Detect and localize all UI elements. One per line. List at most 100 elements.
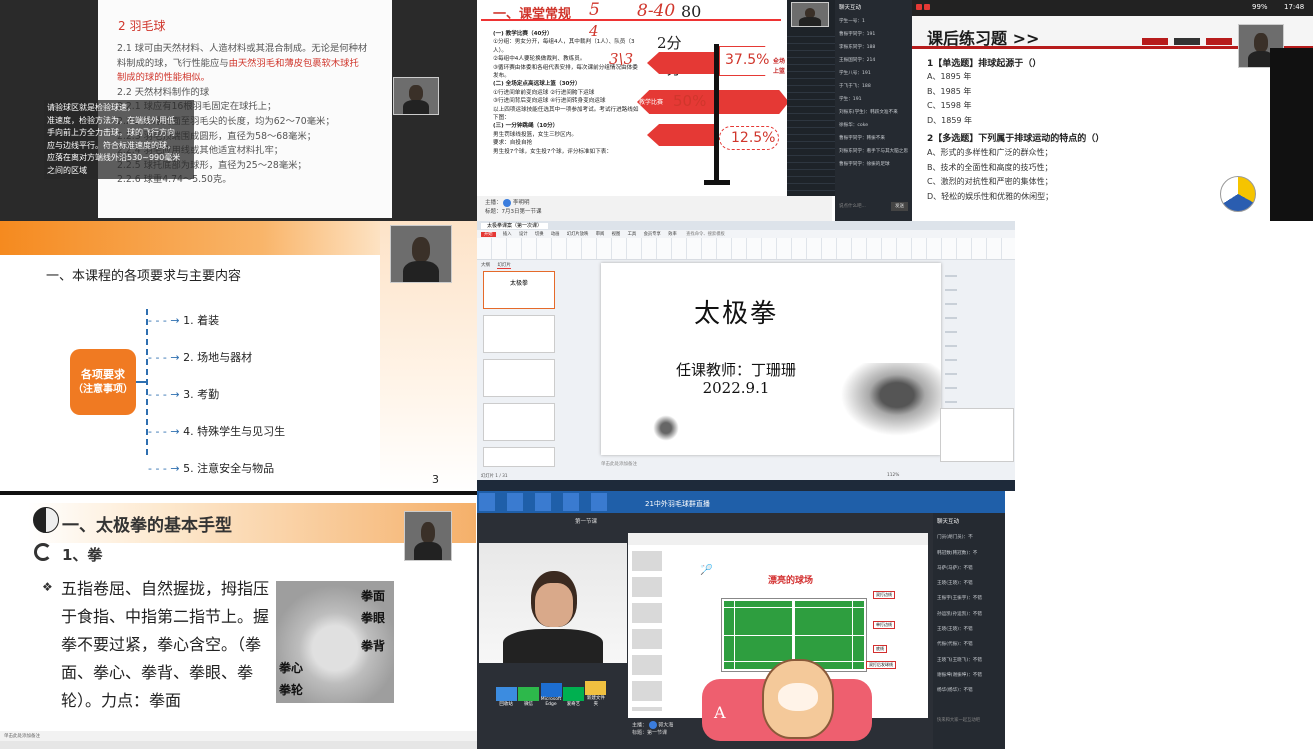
chat-message: 代振(代振)：不错 [937, 642, 973, 648]
tab[interactable]: 插入 [503, 232, 512, 237]
clock: 17:48 [1284, 3, 1305, 11]
desktop-icon[interactable]: 爱奇艺 [562, 687, 584, 707]
tab[interactable]: 工具 [628, 232, 637, 237]
list-item: - - - → 4. 特殊学生与见习生 [148, 425, 286, 438]
chat-message: 学生：191 [839, 97, 862, 102]
chat-message: 学生八号：191 [839, 71, 871, 76]
tab[interactable]: 切换 [535, 232, 544, 237]
rule-line: 料制成的球，飞行性能应与由天然羽毛和薄皮包裹软木球托 [117, 57, 359, 69]
slide-thumb[interactable] [483, 447, 555, 467]
chat-message: 刘振东(学生)：韩跃文准不来 [839, 110, 898, 115]
tab[interactable]: 效率 [668, 232, 677, 237]
chat-input[interactable]: 说点什么吧... [839, 203, 887, 209]
ribbon-tabs: 开始 插入 设计 切换 动画 幻灯片放映 审阅 视图 工具 会员专享 效率 查找… [477, 230, 1015, 238]
stream-title: 标题：7月3日第一节课 [485, 208, 542, 215]
red-underline [481, 19, 781, 21]
slide-thumb[interactable] [483, 359, 555, 397]
chat-message: 王晓(王晓)：不错 [937, 581, 973, 587]
tab[interactable]: 审阅 [596, 232, 605, 237]
chat-message: 马萨(马萨)：不错 [937, 565, 973, 571]
chat-title: 聊天互动 [937, 519, 960, 525]
panel-badminton-slide: 2 羽毛球 2.1 球可由天然材料、人造材料或其混合制成。无论是何种材 料制成的… [0, 0, 477, 221]
tab[interactable]: 开始 [481, 232, 496, 237]
deco-block [1174, 38, 1200, 45]
slide-date: 2022.9.1 [702, 379, 770, 397]
rule-item: 以上四项运球技能任选其中一项参加考试。考试行进路线如下图： [493, 106, 639, 122]
tab[interactable]: 动画 [551, 232, 560, 237]
desktop-icon[interactable]: 微信 [518, 687, 540, 707]
ink-figure [651, 413, 681, 443]
chat-input[interactable]: 快来和大家一起互动吧 [937, 717, 1001, 723]
status-bar: 幻灯片 1 / 31 112% [477, 472, 1015, 480]
sticker-face [778, 683, 818, 711]
file-tab[interactable]: 太极拳课案（第一次课） [481, 223, 549, 229]
circle-bullet-icon [34, 543, 52, 561]
status-bar [0, 741, 477, 749]
outline-tab[interactable]: 大纲 [481, 263, 490, 268]
chat-message: 韩冠数(韩冠数)：不 [937, 550, 978, 556]
rule-item: (一) 教学比赛（40分） [493, 31, 553, 37]
option: C、1598 年 [927, 101, 972, 110]
slide-canvas: 太极拳 任课教师：丁珊珊 2022.9.1 [601, 263, 941, 455]
rule-item: 要求：自投自抢 [493, 140, 533, 147]
rule-item: (二) 全场定点高远球上篮（30分） [493, 81, 581, 88]
slides-tab[interactable]: 幻灯片 [497, 263, 511, 269]
fist-label: 拳背 [361, 639, 386, 653]
arrow-right-2 [719, 90, 789, 114]
chat-message: 王晓飞(王晓飞)：不错 [937, 657, 982, 663]
note-line: 请验球区就是检验球速， [47, 103, 135, 112]
slide-thumb-active[interactable]: 太极拳 [483, 271, 555, 309]
option: A、1895 年 [927, 72, 972, 81]
tab[interactable]: 幻灯片放映 [567, 232, 588, 237]
arrow-left-3 [647, 124, 714, 146]
desktop-icon[interactable]: 回收站 [495, 687, 517, 707]
taskbar [477, 480, 1015, 491]
white-card [940, 408, 1014, 462]
body-line: 面、拳心、拳背、拳眼、拳 [61, 663, 254, 682]
host-video [479, 543, 627, 663]
slide-title: 一、太极拳的基本手型 [62, 516, 232, 536]
desktop-icon[interactable]: 新建文件夹 [585, 681, 607, 707]
slide-title: 一、本课程的各项要求与主要内容 [46, 269, 242, 284]
signpost-base [704, 180, 730, 185]
note-line: 应落在离对方端线外沿530~990毫米 [47, 153, 181, 162]
tab[interactable]: 会员专享 [644, 232, 661, 237]
send-button[interactable]: 发送 [891, 202, 908, 211]
desktop-icons [479, 493, 619, 511]
notes-area[interactable]: 单击此处添加备注 [601, 461, 941, 471]
zoom-level[interactable]: 112% [887, 473, 899, 478]
note-line: 应与边线平行。符合标准速度的球， [47, 140, 175, 150]
fist-label: 拳轮 [279, 683, 304, 697]
box-line: （注意事项） [73, 384, 133, 395]
footer-label: 主播： [485, 200, 502, 206]
tab[interactable]: 视图 [612, 232, 621, 237]
desktop-icon-grid: 回收站 微信 Microsoft Edge 爱奇艺 新建文件夹 [481, 681, 621, 721]
body-line: 拳不要过紧，拳心含空。（拳 [61, 635, 262, 654]
chat-message: 门员(胡门员)：不 [937, 535, 973, 541]
tab[interactable]: 设计 [519, 232, 528, 237]
status-bar: 99% 17:48 [912, 0, 1313, 16]
signpost-pole [714, 44, 719, 184]
list-item: - - - → 5. 注意安全与物品 [148, 462, 275, 475]
notes-bar[interactable]: 单击此处添加备注 [0, 731, 477, 741]
handwritten-mark: 8-40 [637, 1, 676, 21]
box-line: 各项要求 [81, 368, 125, 381]
chat-panel: 聊天互动 门员(胡门员)：不 韩冠数(韩冠数)：不 马萨(马萨)：不错 王晓(王… [933, 513, 1005, 749]
rule-item: ②每组中4人要轮换做裁判、教练员。 [493, 56, 586, 63]
panel-tabs: 大纲 幻灯片 [481, 262, 511, 269]
deco-block [1206, 38, 1232, 45]
page-number: 3 [432, 473, 439, 486]
logo-icon: 🏸 [700, 565, 713, 576]
chat-panel: 聊天互动 学生一号：1 曹振宇同学：191 李振东同学：188 王振国同学：21… [835, 0, 912, 221]
chat-message: 李振东同学：188 [839, 45, 876, 50]
rule-line: 制成的球的性能相似。 [117, 72, 210, 84]
slide-thumb[interactable] [483, 403, 555, 441]
slide-thumb[interactable] [483, 315, 555, 353]
panel-taiji-fist: 一、太极拳的基本手型 1、拳 ❖ 五指卷屈、自然握拢，拇指压 于食指、中指第二指… [0, 491, 477, 749]
right-dark-strip [1270, 48, 1313, 221]
link-dash [136, 381, 148, 383]
rule-item: 男生投7个球，女生投7个球，评分标准如下表： [493, 148, 612, 155]
desktop-icon[interactable]: Microsoft Edge [540, 683, 562, 707]
search-box[interactable]: 查找命令、搜索模板 [686, 232, 725, 237]
volleyball-icon [1220, 176, 1256, 212]
